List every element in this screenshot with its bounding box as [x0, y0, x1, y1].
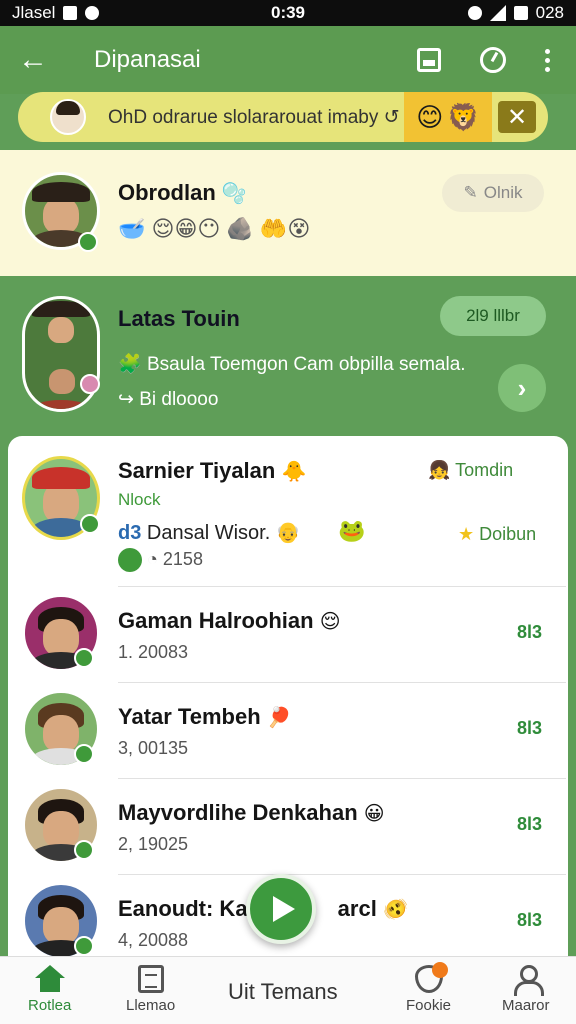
chat-name: Yatar Tembeh 🏓	[118, 704, 292, 729]
status-left-text: Jlasel	[12, 3, 56, 22]
starred-label[interactable]: ★ Doibun	[458, 524, 536, 545]
notification-badge	[431, 962, 448, 978]
chat-item-pinned-green[interactable]: Latas Touin 2l9 lllbr 🧩 Bsaula Toemgon C…	[0, 276, 576, 436]
status-right: 028	[467, 3, 564, 23]
status-bar: Jlasel 0:39 028	[0, 0, 576, 26]
chat-name: Mayvordlihe Denkahan 😀	[118, 800, 385, 825]
nav-item-home[interactable]: Rotlea	[28, 965, 71, 1014]
shield-icon	[414, 962, 448, 993]
banner-emojis[interactable]: 😊 🦁	[404, 92, 492, 142]
status-time: 0:39	[270, 3, 306, 22]
home-icon	[34, 965, 65, 993]
nav-item-profile[interactable]: Maaror	[502, 965, 550, 1014]
bubble-emoji-icon: 🫧	[221, 183, 247, 205]
document-icon	[137, 965, 164, 993]
bottom-nav: Rotlea Llemao Uit Temans Fookie Maaror	[0, 956, 576, 1024]
nav-center-label[interactable]: Uit Temans	[228, 979, 338, 1005]
check-badge-icon	[118, 548, 142, 572]
grin-emoji-icon: 😀	[363, 803, 385, 825]
elder-emoji-icon: 👴	[275, 522, 301, 544]
signal-icon	[489, 5, 506, 21]
read-count: ◔ 2158	[118, 548, 203, 572]
relieved-emoji-icon: 😌	[319, 611, 341, 633]
divider	[118, 778, 566, 779]
chat-item[interactable]: Mayvordlihe Denkahan 😀 2, 19025 8l3	[8, 780, 568, 874]
pin-label-button[interactable]: ✎ Olnik	[442, 174, 544, 212]
nav-item-shield[interactable]: Fookie	[406, 962, 451, 1014]
nav-item-document[interactable]: Llemao	[126, 965, 175, 1014]
shaking-emoji-icon: 🫨	[382, 899, 408, 921]
lion-emoji-icon: 🦁	[447, 101, 480, 132]
online-status-icon	[74, 648, 94, 668]
chat-name: Sarnier Tiyalan 🐥	[118, 458, 307, 483]
pin-label-button[interactable]: 2l9 lllbr	[440, 296, 546, 336]
edit-icon: ✎	[463, 183, 478, 202]
location-icon: ◔	[147, 548, 158, 569]
star-icon: ★	[458, 524, 475, 544]
new-chat-button[interactable]	[246, 874, 316, 944]
status-left: Jlasel	[12, 3, 100, 23]
back-arrow-icon[interactable]: ←	[18, 43, 58, 77]
chat-item[interactable]: Gaman Halroohian 😌 1. 20083 8l3	[8, 588, 568, 682]
unread-count: 8l3	[516, 718, 542, 738]
chat-item-highlighted[interactable]: Sarnier Tiyalan 🐥 Nlock d3 Dansal Wisor.…	[8, 436, 568, 586]
unread-count: 8l3	[516, 910, 542, 930]
chat-name: Obrodlan 🫧	[118, 180, 247, 205]
close-icon[interactable]: ✕	[498, 101, 536, 133]
smile-emoji-icon: 😊	[416, 101, 444, 132]
frog-emoji-icon: 🐸	[338, 518, 366, 543]
chat-tag: Nlock	[118, 490, 161, 509]
online-status-icon	[74, 936, 94, 956]
alarm-icon	[467, 6, 482, 20]
notification-icon	[63, 6, 78, 20]
paddle-emoji-icon: 🏓	[266, 707, 292, 729]
last-message: 🧩 Bsaula Toemgon Cam obpilla semala.	[118, 354, 466, 375]
chick-emoji-icon: 🐥	[281, 461, 307, 483]
unread-count: 8l3	[516, 814, 542, 834]
app-bar: ← Dipanasai	[0, 26, 576, 94]
timer-icon[interactable]	[478, 45, 508, 75]
avatar	[22, 296, 100, 412]
divider	[118, 682, 566, 683]
notification-banner[interactable]: OhD odrarue slolararouat imaby ↺ 😊 🦁 ✕	[18, 92, 548, 142]
chat-sub: 4, 20088	[118, 930, 189, 950]
chat-sub: 2, 19025	[118, 834, 189, 854]
more-options-icon[interactable]	[542, 48, 552, 72]
online-status-icon	[80, 514, 100, 534]
send-icon	[273, 896, 295, 922]
chevron-right-icon[interactable]: ›	[498, 364, 546, 412]
chat-item[interactable]: Yatar Tembeh 🏓 3, 00135 8l3	[8, 684, 568, 778]
app-title: Dipanasai	[94, 46, 201, 73]
online-status-icon	[74, 840, 94, 860]
banner-avatar	[50, 99, 86, 135]
chat-sub: 1. 20083	[118, 642, 189, 662]
online-status-icon	[74, 744, 94, 764]
chat-sub: 3, 00135	[118, 738, 189, 758]
sync-icon	[85, 6, 100, 20]
sub-info: ↪ Bi dloooo	[118, 389, 219, 410]
battery-icon	[513, 6, 528, 20]
battery-text: 028	[535, 3, 564, 22]
status-icon	[80, 374, 100, 394]
emoji-row: 🥣 😌😁😶 🪨 🤲😵	[118, 216, 311, 241]
divider	[118, 874, 566, 875]
last-message: d3 Dansal Wisor. 👴	[118, 522, 301, 544]
girl-emoji-icon: 👧	[428, 460, 451, 480]
chat-name: Gaman Halroohian 😌	[118, 608, 341, 633]
online-status-icon	[78, 232, 98, 252]
chat-name: Latas Touin	[118, 306, 240, 331]
right-label: 👧 Tomdin	[428, 460, 514, 480]
unread-count: 8l3	[516, 622, 542, 642]
divider	[118, 586, 566, 587]
banner-text: OhD odrarue slolararouat imaby ↺	[108, 106, 400, 128]
reply-icon: ↪	[118, 389, 134, 410]
person-icon	[512, 965, 544, 996]
chat-item-pinned-top[interactable]: Obrodlan 🫧 🥣 😌😁😶 🪨 🤲😵 ✎ Olnik	[0, 150, 576, 276]
puzzle-emoji-icon: 🧩	[118, 354, 142, 375]
gallery-icon[interactable]	[414, 45, 444, 75]
